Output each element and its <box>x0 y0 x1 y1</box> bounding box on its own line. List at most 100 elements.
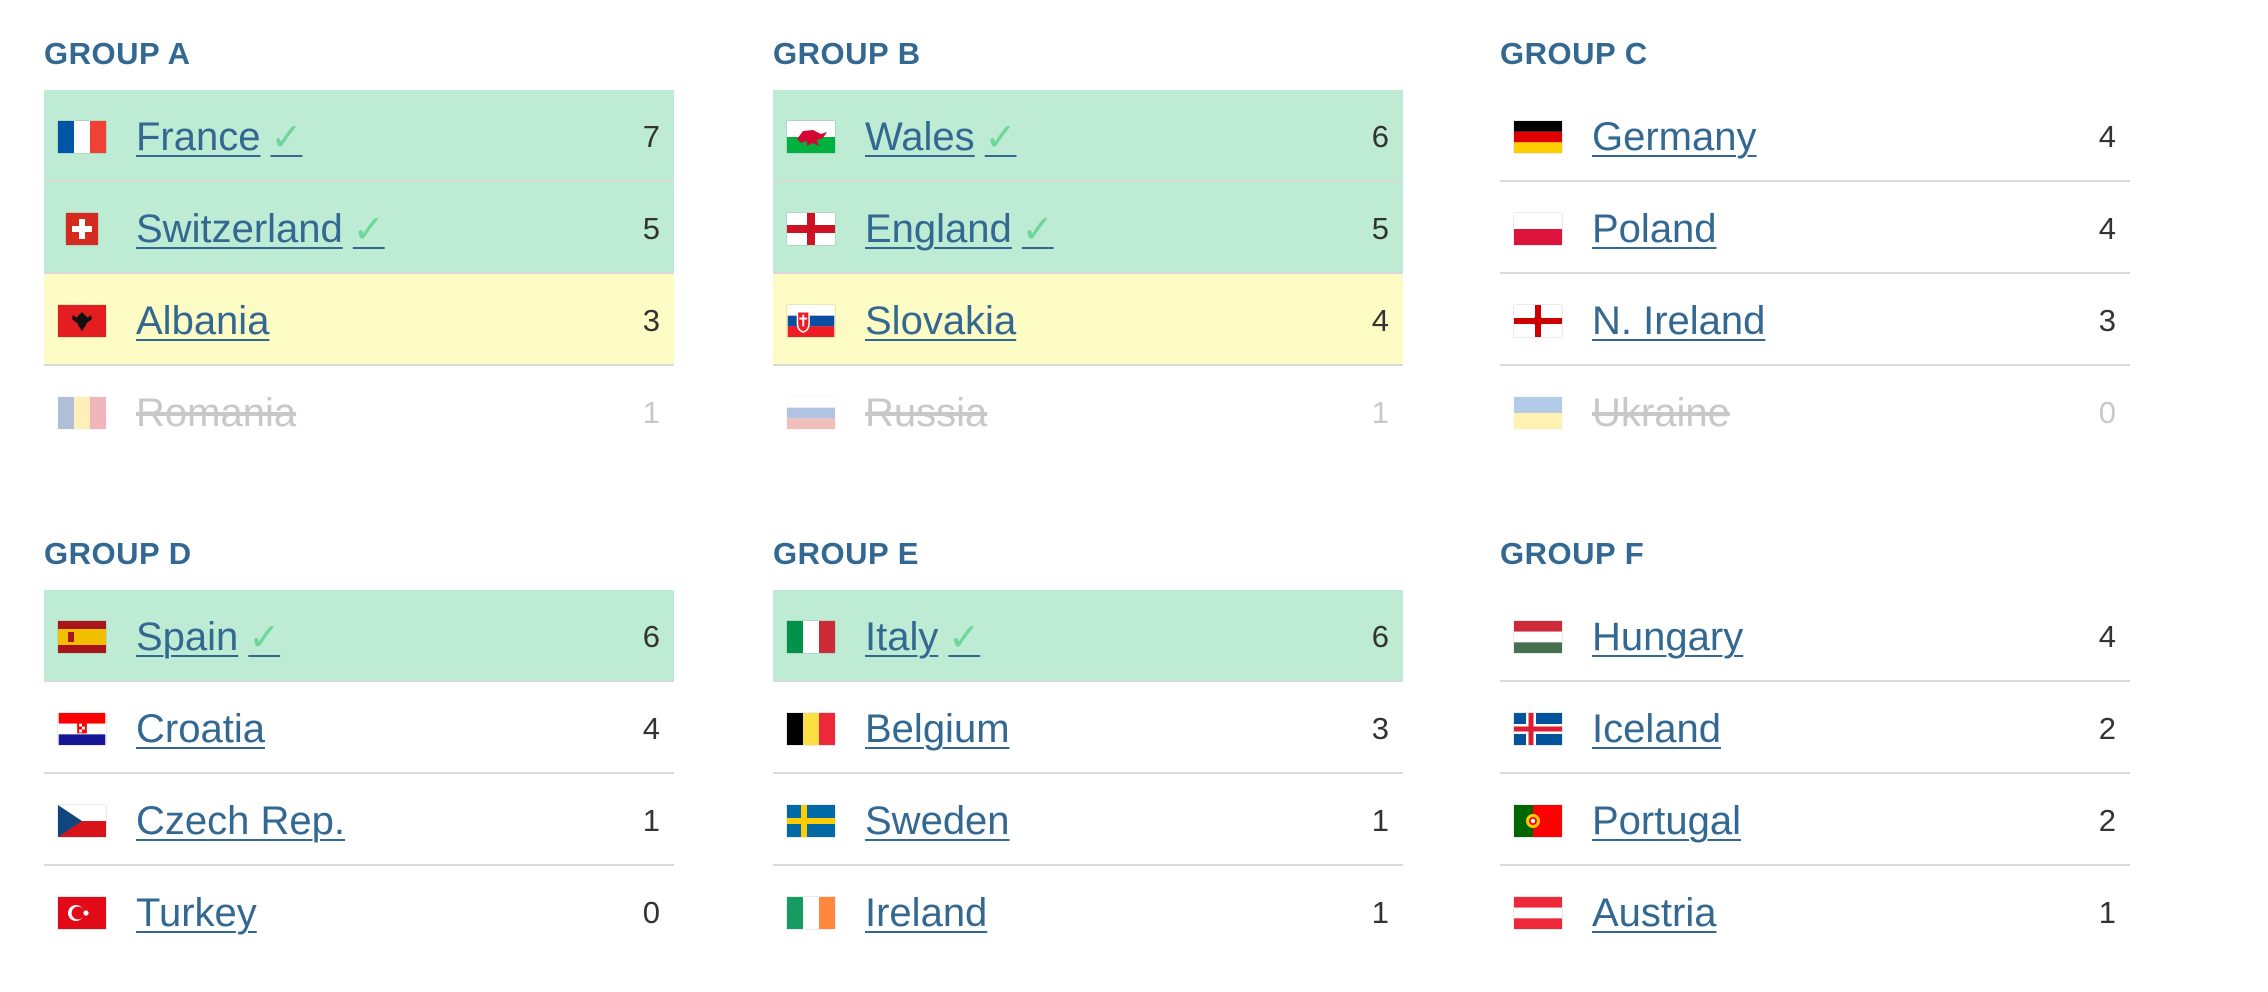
team-points: 4 <box>1371 303 1389 338</box>
team-link[interactable]: N. Ireland <box>1592 294 1765 348</box>
team-link[interactable]: Italy ✓ <box>865 610 980 664</box>
team-link[interactable]: Iceland <box>1592 702 1721 756</box>
italy-flag-icon <box>787 621 835 653</box>
wales-flag-icon <box>787 121 835 153</box>
hungary-flag-icon <box>1514 621 1562 653</box>
team-link[interactable]: Wales ✓ <box>865 110 1017 164</box>
team-points: 1 <box>1371 895 1389 930</box>
switzerland-flag-icon <box>66 213 98 245</box>
team-points: 3 <box>2098 303 2116 338</box>
team-points: 6 <box>1371 619 1389 654</box>
team-points: 4 <box>2098 619 2116 654</box>
austria-flag-icon <box>1514 897 1562 929</box>
team-link[interactable]: Turkey <box>136 886 257 940</box>
team-points: 5 <box>1371 211 1389 246</box>
team-link[interactable]: France ✓ <box>136 110 302 164</box>
team-link[interactable]: Germany <box>1592 110 1757 164</box>
qualified-check-icon: ✓ <box>948 615 981 659</box>
group-e: GROUP E Italy ✓ 6 Belgium 3 Sweden 1 Irel… <box>773 500 1403 958</box>
group-title: GROUP F <box>1500 536 1645 571</box>
team-link[interactable]: Ukraine <box>1592 386 1730 440</box>
team-points: 3 <box>1371 711 1389 746</box>
czech-flag-icon <box>58 805 106 837</box>
slovakia-flag-icon <box>787 305 835 337</box>
team-row: Ukraine 0 <box>1500 366 2130 458</box>
team-link[interactable]: Hungary <box>1592 610 1743 664</box>
team-row: Italy ✓ 6 <box>773 590 1403 682</box>
team-link[interactable]: Slovakia <box>865 294 1016 348</box>
qualified-check-icon: ✓ <box>248 615 281 659</box>
team-points: 5 <box>642 211 660 246</box>
group-a: GROUP A France ✓ 7 Switzerland ✓ 5 Albania… <box>44 0 674 458</box>
team-row: Ireland 1 <box>773 866 1403 958</box>
france-flag-icon <box>58 121 106 153</box>
team-points: 4 <box>642 711 660 746</box>
germany-flag-icon <box>1514 121 1562 153</box>
team-row: Austria 1 <box>1500 866 2130 958</box>
team-link[interactable]: Sweden <box>865 794 1010 848</box>
team-row: Turkey 0 <box>44 866 674 958</box>
sweden-flag-icon <box>787 805 835 837</box>
qualified-check-icon: ✓ <box>1021 207 1054 251</box>
team-row: Albania 3 <box>44 274 674 366</box>
team-points: 1 <box>642 395 660 430</box>
team-points: 3 <box>642 303 660 338</box>
team-link[interactable]: England ✓ <box>865 202 1054 256</box>
team-points: 4 <box>2098 119 2116 154</box>
poland-flag-icon <box>1514 213 1562 245</box>
team-row: Hungary 4 <box>1500 590 2130 682</box>
team-link[interactable]: Ireland <box>865 886 987 940</box>
group-title: GROUP D <box>44 536 192 571</box>
ukraine-flag-icon <box>1514 397 1562 429</box>
group-b: GROUP B Wales ✓ 6 England ✓ 5 Slovakia 4 R… <box>773 0 1403 458</box>
team-row: Croatia 4 <box>44 682 674 774</box>
england-flag-icon <box>787 213 835 245</box>
team-row: Germany 4 <box>1500 90 2130 182</box>
team-points: 6 <box>1371 119 1389 154</box>
team-link[interactable]: Poland <box>1592 202 1717 256</box>
team-link[interactable]: Czech Rep. <box>136 794 345 848</box>
team-link[interactable]: Romania <box>136 386 296 440</box>
team-points: 1 <box>1371 395 1389 430</box>
team-row: Wales ✓ 6 <box>773 90 1403 182</box>
russia-flag-icon <box>787 397 835 429</box>
group-d: GROUP D Spain ✓ 6 Croatia 4 Czech Rep. 1 … <box>44 500 674 958</box>
team-link[interactable]: Portugal <box>1592 794 1741 848</box>
albania-flag-icon <box>58 305 106 337</box>
romania-flag-icon <box>58 397 106 429</box>
team-row: Belgium 3 <box>773 682 1403 774</box>
group-title: GROUP A <box>44 36 191 71</box>
croatia-flag-icon <box>58 713 106 745</box>
team-points: 1 <box>642 803 660 838</box>
team-points: 1 <box>1371 803 1389 838</box>
team-row: Iceland 2 <box>1500 682 2130 774</box>
belgium-flag-icon <box>787 713 835 745</box>
team-points: 6 <box>642 619 660 654</box>
team-row: Romania 1 <box>44 366 674 458</box>
team-row: England ✓ 5 <box>773 182 1403 274</box>
team-points: 0 <box>2098 395 2116 430</box>
team-row: Portugal 2 <box>1500 774 2130 866</box>
team-points: 7 <box>642 119 660 154</box>
team-link[interactable]: Spain ✓ <box>136 610 280 664</box>
team-points: 4 <box>2098 211 2116 246</box>
team-link[interactable]: Switzerland ✓ <box>136 202 385 256</box>
team-points: 1 <box>2098 895 2116 930</box>
ireland-flag-icon <box>787 897 835 929</box>
qualified-check-icon: ✓ <box>270 115 303 159</box>
team-link[interactable]: Croatia <box>136 702 265 756</box>
iceland-flag-icon <box>1514 713 1562 745</box>
team-link[interactable]: Belgium <box>865 702 1010 756</box>
team-points: 2 <box>2098 711 2116 746</box>
team-row: Switzerland ✓ 5 <box>44 182 674 274</box>
team-row: Poland 4 <box>1500 182 2130 274</box>
team-row: France ✓ 7 <box>44 90 674 182</box>
team-link[interactable]: Austria <box>1592 886 1717 940</box>
team-link[interactable]: Russia <box>865 386 987 440</box>
group-title: GROUP E <box>773 536 919 571</box>
qualified-check-icon: ✓ <box>984 115 1017 159</box>
team-link[interactable]: Albania <box>136 294 269 348</box>
team-row: N. Ireland 3 <box>1500 274 2130 366</box>
team-row: Spain ✓ 6 <box>44 590 674 682</box>
northern-ireland-flag-icon <box>1514 305 1562 337</box>
